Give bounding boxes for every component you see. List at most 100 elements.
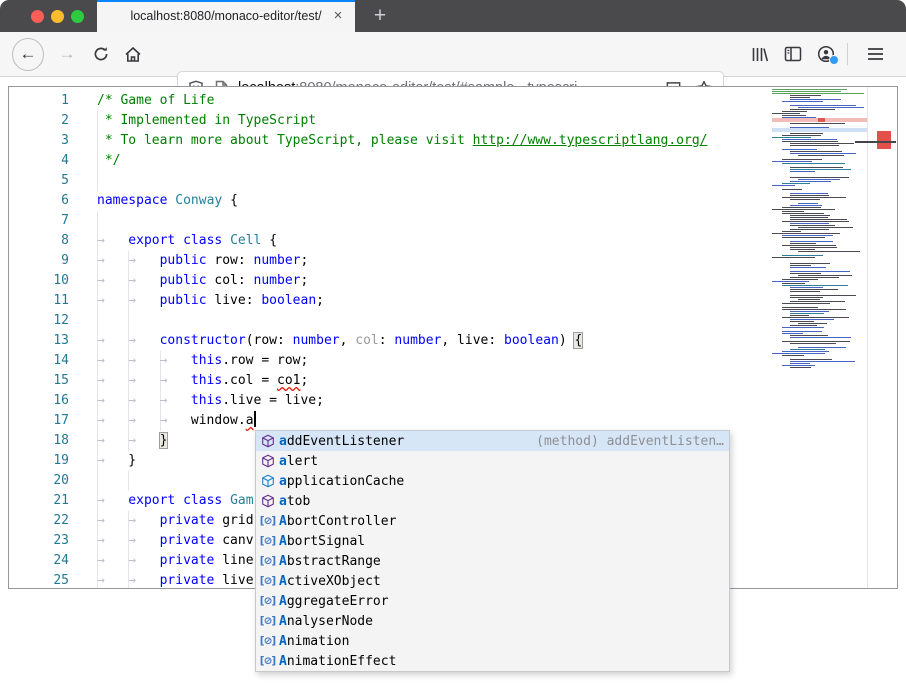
suggest-item-AbortSignal[interactable]: [⊘]AbortSignal xyxy=(256,531,729,551)
suggest-match-letter: a xyxy=(279,494,287,509)
line-number[interactable]: 12 xyxy=(9,311,69,331)
code-line[interactable]: public row: number; xyxy=(97,251,771,271)
code-line[interactable]: export class Cell { xyxy=(97,231,771,251)
minimap-line xyxy=(772,247,867,248)
code-line[interactable]: this.col = co1; xyxy=(97,371,771,391)
minimap-line xyxy=(772,325,867,326)
menu-button[interactable] xyxy=(859,47,892,61)
line-number[interactable]: 17 xyxy=(9,411,69,431)
code-line[interactable]: constructor(row: number, col: number, li… xyxy=(97,331,771,351)
code-token: number xyxy=(254,273,301,288)
line-number[interactable]: 2 xyxy=(9,111,69,131)
suggest-item-applicationCache[interactable]: applicationCache xyxy=(256,471,729,491)
code-line[interactable] xyxy=(97,311,771,331)
home-button[interactable] xyxy=(118,32,148,76)
line-number[interactable]: 1 xyxy=(9,91,69,111)
suggest-item-AggregateError[interactable]: [⊘]AggregateError xyxy=(256,591,729,611)
line-number[interactable]: 18 xyxy=(9,431,69,451)
tab-whitespace-arrow-icon xyxy=(128,271,159,291)
line-number[interactable]: 5 xyxy=(9,171,69,191)
line-number[interactable]: 15 xyxy=(9,371,69,391)
code-line[interactable]: /* Game of Life xyxy=(97,91,771,111)
suggest-item-alert[interactable]: alert xyxy=(256,451,729,471)
minimap-line xyxy=(772,203,867,204)
line-number[interactable]: 22 xyxy=(9,511,69,531)
suggest-match-letter: A xyxy=(279,554,287,569)
minimize-window-button[interactable] xyxy=(51,10,64,23)
line-number[interactable]: 10 xyxy=(9,271,69,291)
line-number[interactable]: 9 xyxy=(9,251,69,271)
code-token: this xyxy=(191,393,222,408)
code-line[interactable]: this.row = row; xyxy=(97,351,771,371)
code-token: col xyxy=(355,333,378,348)
line-number[interactable]: 7 xyxy=(9,211,69,231)
back-button[interactable]: ← xyxy=(12,32,44,76)
code-token: } xyxy=(160,433,168,448)
line-number[interactable]: 8 xyxy=(9,231,69,251)
code-line[interactable]: * To learn more about TypeScript, please… xyxy=(97,131,771,151)
code-token: Conway xyxy=(175,193,222,208)
forward-button[interactable]: → xyxy=(52,32,82,76)
line-number[interactable]: 20 xyxy=(9,471,69,491)
code-token: Gam xyxy=(230,493,253,508)
code-line[interactable]: */ xyxy=(97,151,771,171)
minimap-line xyxy=(772,103,867,104)
code-token: class xyxy=(183,233,222,248)
code-line[interactable]: namespace Conway { xyxy=(97,191,771,211)
tab-whitespace-arrow-icon xyxy=(97,231,128,251)
minimap-line xyxy=(772,93,867,94)
line-number[interactable]: 16 xyxy=(9,391,69,411)
line-number-gutter[interactable]: 1234567891011121314151617181920212223242… xyxy=(9,91,69,589)
reload-button[interactable] xyxy=(86,32,116,76)
code-line[interactable] xyxy=(97,171,771,191)
line-number[interactable]: 24 xyxy=(9,551,69,571)
tab-close-icon[interactable]: × xyxy=(329,7,347,25)
suggest-widget[interactable]: addEventListener(method) addEventListen…… xyxy=(255,430,730,672)
suggest-item-AnalyserNode[interactable]: [⊘]AnalyserNode xyxy=(256,611,729,631)
minimap-line xyxy=(772,227,867,228)
minimap-line xyxy=(772,99,867,100)
suggest-item-atob[interactable]: atob xyxy=(256,491,729,511)
line-number[interactable]: 23 xyxy=(9,531,69,551)
minimap-line xyxy=(772,343,867,344)
line-number[interactable]: 19 xyxy=(9,451,69,471)
close-window-button[interactable] xyxy=(31,10,44,23)
code-line[interactable]: * Implemented in TypeScript xyxy=(97,111,771,131)
sidebar-button[interactable] xyxy=(776,46,809,62)
code-line[interactable]: public live: boolean; xyxy=(97,291,771,311)
minimap-line xyxy=(772,327,867,328)
minimap-line xyxy=(772,267,867,268)
suggest-item-addEventListener[interactable]: addEventListener(method) addEventListen… xyxy=(256,431,729,451)
suggest-item-AbortController[interactable]: [⊘]AbortController xyxy=(256,511,729,531)
tab-whitespace-arrow-icon xyxy=(128,551,159,571)
tab-whitespace-arrow-icon xyxy=(97,551,128,571)
line-number[interactable]: 6 xyxy=(9,191,69,211)
code-line[interactable]: this.live = live; xyxy=(97,391,771,411)
minimap-line xyxy=(772,191,867,192)
zoom-window-button[interactable] xyxy=(71,10,84,23)
suggest-item-AbstractRange[interactable]: [⊘]AbstractRange xyxy=(256,551,729,571)
line-number[interactable]: 21 xyxy=(9,491,69,511)
code-line[interactable]: public col: number; xyxy=(97,271,771,291)
line-number[interactable]: 4 xyxy=(9,151,69,171)
library-button[interactable] xyxy=(743,46,776,63)
suggest-item-Animation[interactable]: [⊘]Animation xyxy=(256,631,729,651)
account-button[interactable] xyxy=(809,45,842,63)
suggest-item-AnimationEffect[interactable]: [⊘]AnimationEffect xyxy=(256,651,729,671)
code-line[interactable]: window.a xyxy=(97,411,771,431)
nav-right-icons xyxy=(743,32,906,76)
minimap-line xyxy=(772,159,867,160)
line-number[interactable]: 3 xyxy=(9,131,69,151)
browser-tab[interactable]: localhost:8080/monaco-editor/test/ × xyxy=(97,0,355,32)
minimap[interactable] xyxy=(772,89,867,586)
code-token: { xyxy=(574,333,582,348)
line-number[interactable]: 13 xyxy=(9,331,69,351)
line-number[interactable]: 25 xyxy=(9,571,69,589)
line-number[interactable]: 11 xyxy=(9,291,69,311)
code-line[interactable] xyxy=(97,211,771,231)
new-tab-button[interactable]: + xyxy=(359,0,401,32)
line-number[interactable]: 14 xyxy=(9,351,69,371)
suggest-item-ActiveXObject[interactable]: [⊘]ActiveXObject xyxy=(256,571,729,591)
suggest-match-letter: A xyxy=(279,614,287,629)
overview-ruler[interactable] xyxy=(867,87,897,588)
